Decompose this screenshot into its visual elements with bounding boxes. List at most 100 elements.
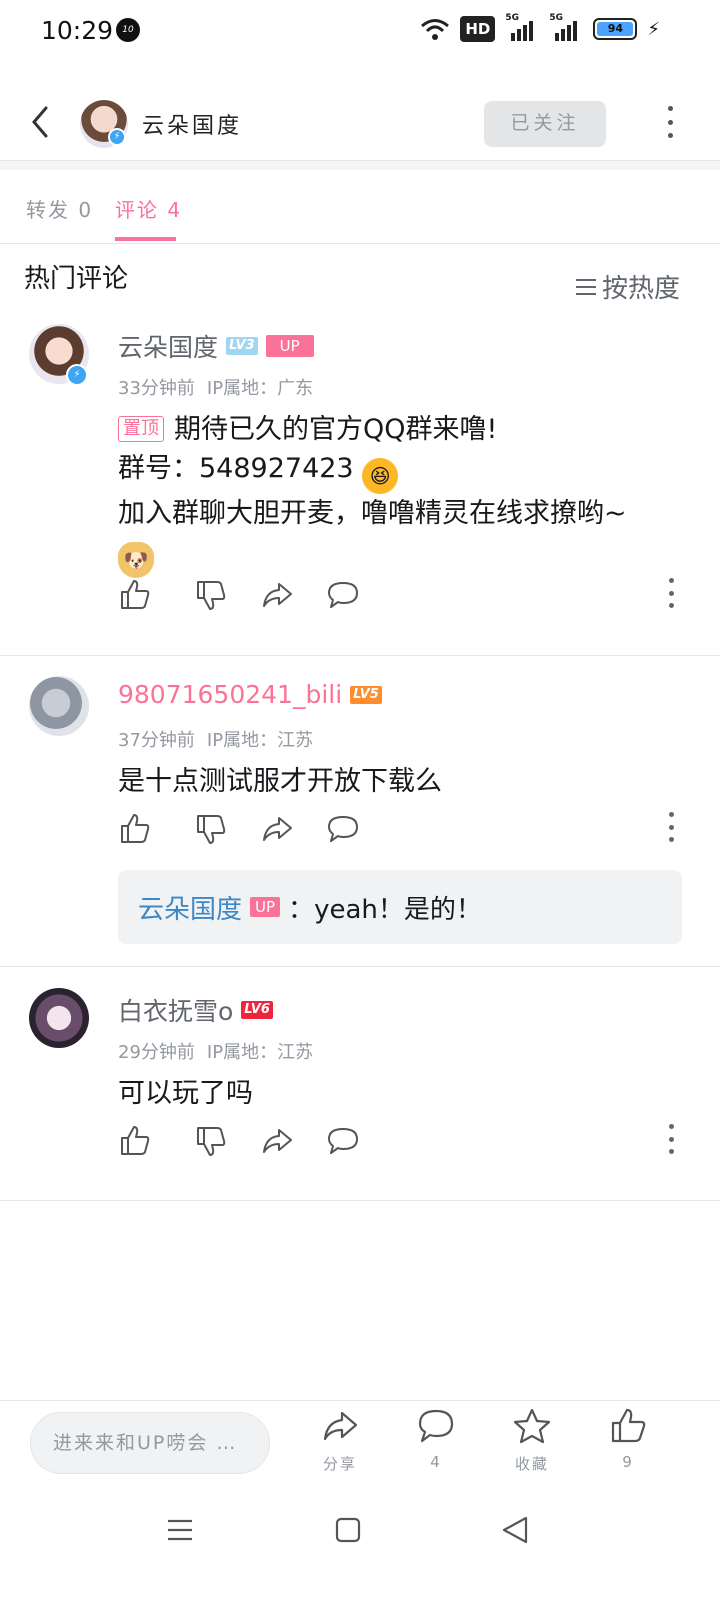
signal-icon: 5G [505, 13, 539, 41]
avatar[interactable] [29, 988, 89, 1048]
divider [0, 160, 720, 170]
divider [0, 655, 720, 656]
reply-icon[interactable] [326, 1124, 360, 1158]
follow-button[interactable]: 已关注 [484, 101, 606, 147]
comment-username[interactable]: 白衣抚雪o [118, 992, 233, 1028]
share-button[interactable]: 分享 [310, 1407, 370, 1474]
dislike-icon[interactable] [194, 578, 228, 612]
comment-meta: 37分钟前 IP属地：江苏 [118, 726, 313, 752]
status-time: 10:29 [41, 16, 114, 45]
like-icon[interactable] [118, 578, 152, 612]
share-icon [323, 1411, 358, 1441]
share-label: 分享 [322, 1455, 357, 1473]
hd-icon: HD [460, 16, 496, 42]
comment-user-row: 白衣抚雪o LV6 [118, 992, 273, 1028]
status-icons: HD 5G 5G 94 ⚡ [420, 13, 660, 42]
notification-badge: 10 [116, 18, 140, 42]
divider [0, 1200, 720, 1201]
comment-text: 是十点测试服才开放下载么 [118, 766, 442, 797]
comment-username[interactable]: 98071650241_bili [118, 680, 342, 709]
comment-user-row: 98071650241_bili LV5 [118, 680, 382, 709]
charging-icon: ⚡ [647, 18, 660, 40]
comment-ip: IP属地：江苏 [206, 730, 314, 751]
level-badge: LV3 [226, 337, 258, 355]
comment-line: 期待已久的官方QQ群来噜! [174, 414, 498, 445]
like-count: 9 [622, 1453, 634, 1471]
divider [0, 966, 720, 967]
dislike-icon[interactable] [194, 1124, 228, 1158]
reply-icon[interactable] [326, 812, 360, 846]
home-icon[interactable] [328, 1510, 368, 1550]
tab-bar: 转发 0 评论 4 [0, 170, 720, 244]
like-button[interactable]: 9 [598, 1407, 658, 1471]
comment-line: 加入群聊大胆开麦，噜噜精灵在线求撩哟~ [118, 498, 627, 529]
reply-icon[interactable] [326, 578, 360, 612]
dislike-icon[interactable] [194, 812, 228, 846]
bottom-action-bar: 进来来和UP唠会 … 分享 4 收藏 9 [0, 1400, 720, 1492]
like-icon[interactable] [118, 812, 152, 846]
star-icon [513, 1408, 551, 1444]
comment-actions [118, 812, 688, 846]
comment-meta: 29分钟前 IP属地：江苏 [118, 1038, 313, 1064]
dog-emoji-icon: 🐶 [118, 542, 154, 578]
sort-label: 按热度 [602, 274, 681, 304]
up-badge: UP [265, 335, 314, 357]
tab-repost[interactable]: 转发 0 [26, 194, 93, 223]
verified-icon: ⚡ [66, 364, 88, 386]
laughing-emoji-icon: 😆 [362, 458, 399, 494]
up-badge: UP [250, 897, 281, 917]
more-vertical-icon[interactable] [664, 578, 678, 608]
back-icon[interactable] [22, 102, 62, 142]
top-header: ⚡ 云朵国度 已关注 [0, 92, 720, 160]
comment-button[interactable]: 4 [406, 1407, 466, 1471]
more-vertical-icon[interactable] [664, 1124, 678, 1154]
back-triangle-icon[interactable] [496, 1510, 536, 1550]
menu-icon[interactable] [160, 1510, 200, 1550]
reply-text: yeah！是的！ [314, 894, 482, 925]
comment-icon [418, 1409, 454, 1443]
tab-comment[interactable]: 评论 4 [115, 194, 182, 223]
like-icon[interactable] [118, 1124, 152, 1158]
comment-time: 33分钟前 [118, 378, 195, 399]
comment-time: 29分钟前 [118, 1042, 195, 1063]
comment-user-row: 云朵国度 LV3 UP [118, 328, 314, 364]
favorite-button[interactable]: 收藏 [502, 1407, 562, 1474]
more-vertical-icon[interactable] [664, 812, 678, 842]
reply-preview[interactable]: 云朵国度 UP ： yeah！是的！ [118, 870, 682, 944]
system-nav-bar [0, 1492, 720, 1600]
favorite-label: 收藏 [514, 1455, 549, 1473]
tab-indicator [115, 237, 176, 241]
comment-count: 4 [430, 1453, 442, 1471]
status-bar: 10:29 10 HD 5G 5G 94 ⚡ [0, 0, 720, 64]
comment-line: 群号：548927423 [118, 453, 354, 484]
like-icon [611, 1408, 646, 1443]
comment-ip: IP属地：江苏 [206, 1042, 314, 1063]
more-vertical-icon[interactable] [656, 106, 684, 138]
signal-icon-2: 5G [549, 13, 583, 41]
comment-actions [118, 578, 688, 612]
comment-input[interactable]: 进来来和UP唠会 … [30, 1412, 270, 1474]
battery-icon: 94 [593, 18, 638, 40]
sort-button[interactable]: 按热度 [576, 268, 680, 305]
share-icon[interactable] [260, 578, 294, 612]
reply-username[interactable]: 云朵国度 [138, 889, 242, 926]
comment-time: 37分钟前 [118, 730, 195, 751]
comment-actions [118, 1124, 688, 1158]
comment-text: 置顶 期待已久的官方QQ群来噜! 群号：548927423 😆 加入群聊大胆开麦，… [118, 410, 698, 578]
avatar[interactable] [29, 676, 89, 736]
share-icon[interactable] [260, 812, 294, 846]
level-badge: LV6 [241, 1001, 273, 1019]
wifi-icon [421, 19, 450, 40]
author-name[interactable]: 云朵国度 [142, 108, 242, 140]
verified-icon: ⚡ [108, 128, 126, 146]
sort-icon [576, 278, 596, 295]
comment-text: 可以玩了吗 [118, 1078, 253, 1109]
comment-meta: 33分钟前 IP属地：广东 [118, 374, 313, 400]
section-title: 热门评论 [24, 264, 129, 294]
comment-username[interactable]: 云朵国度 [118, 328, 218, 364]
level-badge: LV5 [350, 685, 382, 704]
comment-ip: IP属地：广东 [206, 378, 314, 399]
share-icon[interactable] [260, 1124, 294, 1158]
reply-separator: ： [288, 894, 315, 925]
pinned-badge: 置顶 [118, 416, 164, 442]
